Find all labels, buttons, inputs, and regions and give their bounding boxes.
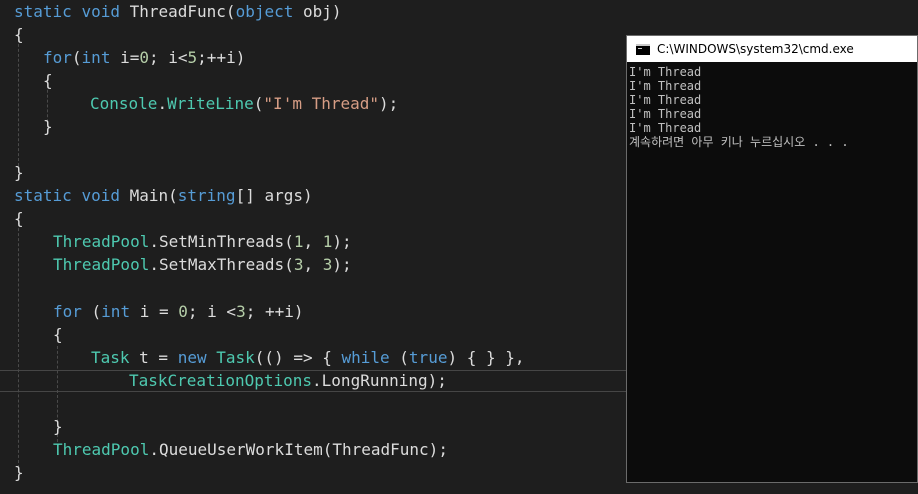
code-token: ThreadPool [53, 232, 150, 251]
code-token: } [14, 163, 24, 182]
code-token: .SetMinThreads( [149, 232, 294, 251]
console-output-line: I'm Thread [629, 93, 702, 107]
code-token: ( [253, 94, 264, 113]
console-window[interactable]: C:\WINDOWS\system32\cmd.exe I'm Thread I'… [626, 35, 918, 483]
code-token: int [101, 302, 131, 321]
code-token: Task [216, 348, 255, 367]
code-token: .SetMaxThreads( [149, 255, 294, 274]
code-token: .LongRunning); [312, 371, 447, 390]
code-token: { [14, 209, 24, 228]
code-token: void [81, 186, 120, 205]
console-output: I'm Thread I'm Thread I'm Thread I'm Thread… [629, 65, 917, 149]
code-token: ) { } }, [447, 348, 525, 367]
code-token: { [14, 25, 24, 44]
console-titlebar[interactable]: C:\WINDOWS\system32\cmd.exe [627, 36, 917, 62]
code-token: } [53, 417, 63, 436]
code-token: } [43, 117, 53, 136]
code-token: WriteLine [167, 94, 254, 113]
console-title: C:\WINDOWS\system32\cmd.exe [657, 42, 854, 56]
code-line[interactable]: ThreadPool.SetMinThreads(1, 1); [53, 230, 352, 253]
code-line[interactable]: for (int i = 0; i <3; ++i) [53, 300, 304, 323]
code-line[interactable]: Console.WriteLine("I'm Thread"); [90, 92, 398, 115]
code-token: t = [129, 348, 178, 367]
code-token: .QueueUserWorkItem(ThreadFunc); [149, 440, 448, 459]
code-token: ( [81, 302, 102, 321]
code-token: ; i< [149, 48, 188, 67]
code-token: while [341, 348, 390, 367]
code-token: , [303, 232, 323, 251]
code-token: 3 [236, 302, 246, 321]
code-line[interactable]: TaskCreationOptions.LongRunning); [129, 369, 447, 392]
code-line[interactable]: Task t = new Task(() => { while (true) {… [91, 346, 525, 369]
indent-guide [18, 218, 19, 468]
code-token: ; i < [187, 302, 237, 321]
code-token: (() => { [254, 348, 342, 367]
code-token: true [408, 348, 448, 367]
code-token: ( [389, 348, 409, 367]
code-token: ThreadPool [53, 440, 150, 459]
code-token: 5 [187, 48, 198, 67]
code-token: . [157, 94, 168, 113]
code-line[interactable]: ThreadPool.SetMaxThreads(3, 3); [53, 253, 352, 276]
code-line[interactable]: } [14, 161, 24, 184]
code-token: static [14, 186, 72, 205]
code-token: ( [71, 48, 82, 67]
code-line[interactable]: { [14, 207, 24, 230]
code-token: new [177, 348, 207, 367]
code-line[interactable]: static void Main(string[] args) [14, 184, 313, 207]
code-token: obj) [293, 2, 342, 21]
code-token: } [14, 463, 24, 482]
code-token: [] args) [235, 186, 313, 205]
code-token: static [14, 2, 72, 21]
code-token: Task [91, 348, 130, 367]
code-token: { [43, 71, 53, 90]
screen: static void ThreadFunc(object obj){for(i… [0, 0, 918, 494]
code-token: i = [130, 302, 179, 321]
code-token: for [43, 48, 72, 67]
console-output-line: I'm Thread [629, 121, 702, 135]
indent-guide [18, 34, 19, 166]
code-token: for [53, 302, 82, 321]
code-token: int [81, 48, 111, 67]
code-token: ThreadPool [53, 255, 150, 274]
code-token: string [177, 186, 236, 205]
code-token: 0 [178, 302, 188, 321]
code-token: object [235, 2, 294, 21]
code-token: 0 [139, 48, 149, 67]
code-token: 1 [322, 232, 333, 251]
code-token: Main( [119, 186, 178, 205]
code-line[interactable]: } [43, 115, 53, 138]
console-output-line: I'm Thread [629, 79, 702, 93]
code-token: void [81, 2, 120, 21]
console-output-line: 계속하려면 아무 키나 누르십시오 . . . [629, 135, 849, 149]
code-line[interactable]: } [14, 461, 24, 484]
code-line[interactable]: { [43, 69, 53, 92]
cmd-icon [636, 43, 650, 55]
code-token: Console [90, 94, 158, 113]
code-token: ); [379, 94, 399, 113]
code-token: "I'm Thread" [263, 94, 380, 113]
code-token: ); [332, 232, 352, 251]
code-token: ThreadFunc( [119, 2, 236, 21]
code-token: , [303, 255, 323, 274]
console-output-line: I'm Thread [629, 107, 702, 121]
code-line[interactable]: { [53, 323, 63, 346]
code-token: 3 [322, 255, 333, 274]
code-token: { [53, 325, 63, 344]
code-line[interactable]: static void ThreadFunc(object obj) [14, 0, 342, 23]
code-token: TaskCreationOptions [129, 371, 313, 390]
code-line[interactable]: ThreadPool.QueueUserWorkItem(ThreadFunc)… [53, 438, 448, 461]
code-line[interactable]: { [14, 23, 24, 46]
code-token: i= [110, 48, 140, 67]
code-line[interactable]: for(int i=0; i<5;++i) [43, 46, 245, 69]
console-output-line: I'm Thread [629, 65, 702, 79]
code-token: ; ++i) [245, 302, 304, 321]
code-token: ); [332, 255, 352, 274]
code-line[interactable]: } [53, 415, 63, 438]
code-token: ;++i) [197, 48, 246, 67]
